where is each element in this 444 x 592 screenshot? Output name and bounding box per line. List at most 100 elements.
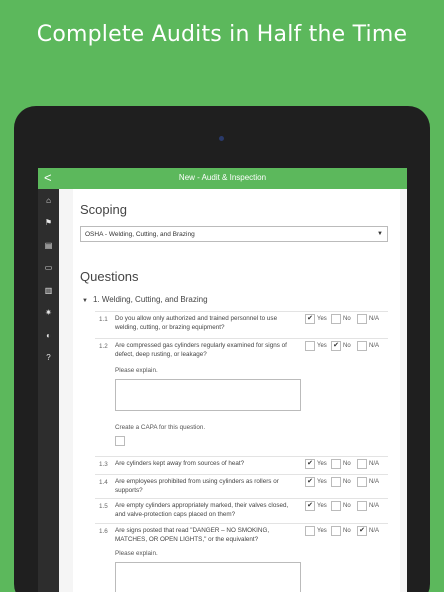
- na-option[interactable]: N/A: [357, 501, 379, 511]
- no-option[interactable]: ✔ No: [331, 341, 351, 351]
- no-checkbox[interactable]: ✔: [331, 341, 341, 351]
- flag-icon[interactable]: ⚑: [38, 212, 59, 235]
- no-label: No: [343, 479, 351, 485]
- gear-icon[interactable]: ✷: [38, 302, 59, 325]
- na-option[interactable]: N/A: [357, 341, 379, 351]
- no-checkbox[interactable]: [331, 477, 341, 487]
- question-row: 1.6 Are signs posted that read "DANGER –…: [95, 523, 388, 592]
- yes-option[interactable]: ✔ Yes: [305, 477, 327, 487]
- help-icon[interactable]: ?: [38, 347, 59, 370]
- question-number: 1.6: [99, 528, 108, 535]
- na-checkbox[interactable]: [357, 477, 367, 487]
- yes-option[interactable]: Yes: [305, 341, 327, 351]
- na-label: N/A: [369, 503, 380, 509]
- no-option[interactable]: No: [331, 501, 351, 511]
- question-text: Are signs posted that read "DANGER – NO …: [115, 527, 270, 543]
- yes-option[interactable]: ✔ Yes: [305, 501, 327, 511]
- yes-checkbox[interactable]: ✔: [305, 477, 315, 487]
- chart-icon[interactable]: ▥: [38, 279, 59, 302]
- na-option[interactable]: ✔ N/A: [357, 526, 379, 536]
- tablet-frame: < New - Audit & Inspection ⌂ ⚑ ▤ ▭ ▥ ✷ ◐…: [14, 106, 430, 592]
- folder-icon[interactable]: ▭: [38, 257, 59, 280]
- no-option[interactable]: No: [331, 477, 351, 487]
- no-option[interactable]: No: [331, 314, 351, 324]
- scoping-heading: Scoping: [80, 202, 127, 217]
- question-row: 1.4 Are employees prohibited from using …: [95, 474, 388, 498]
- yes-checkbox[interactable]: [305, 341, 315, 351]
- toggle-icon[interactable]: ◐: [38, 324, 59, 347]
- no-checkbox[interactable]: [331, 501, 341, 511]
- na-label: N/A: [369, 528, 380, 534]
- question-row: 1.1 Do you allow only authorized and tra…: [95, 311, 388, 338]
- question-row: 1.3 Are cylinders kept away from sources…: [95, 456, 388, 474]
- na-option[interactable]: N/A: [357, 314, 379, 324]
- na-checkbox[interactable]: [357, 314, 367, 324]
- no-label: No: [343, 343, 351, 349]
- no-option[interactable]: No: [331, 526, 351, 536]
- app-screen: < New - Audit & Inspection ⌂ ⚑ ▤ ▭ ▥ ✷ ◐…: [38, 168, 407, 592]
- question-text: Are compressed gas cylinders regularly e…: [115, 342, 287, 358]
- yes-label: Yes: [317, 528, 327, 534]
- app-bar: < New - Audit & Inspection: [38, 168, 407, 189]
- na-checkbox[interactable]: [357, 341, 367, 351]
- yes-label: Yes: [317, 503, 327, 509]
- yes-label: Yes: [317, 479, 327, 485]
- na-option[interactable]: N/A: [357, 459, 379, 469]
- document-icon[interactable]: ▤: [38, 234, 59, 257]
- no-label: No: [343, 503, 351, 509]
- page-title: New - Audit & Inspection: [178, 173, 267, 182]
- yes-label: Yes: [317, 461, 327, 467]
- no-checkbox[interactable]: [331, 459, 341, 469]
- yes-option[interactable]: ✔ Yes: [305, 459, 327, 469]
- yes-label: Yes: [317, 343, 327, 349]
- section-toggle[interactable]: ▼ 1. Welding, Cutting, and Brazing: [82, 295, 208, 304]
- question-text: Are employees prohibited from using cyli…: [115, 478, 279, 494]
- home-icon[interactable]: ⌂: [38, 189, 59, 212]
- no-label: No: [343, 316, 351, 322]
- scoping-select-value: OSHA - Welding, Cutting, and Brazing: [85, 231, 195, 238]
- na-checkbox[interactable]: [357, 501, 367, 511]
- yes-option[interactable]: ✔ Yes: [305, 314, 327, 324]
- no-checkbox[interactable]: [331, 314, 341, 324]
- na-label: N/A: [369, 479, 380, 485]
- yes-checkbox[interactable]: ✔: [305, 501, 315, 511]
- sidebar-nav: ⌂ ⚑ ▤ ▭ ▥ ✷ ◐ ?: [38, 189, 59, 592]
- yes-checkbox[interactable]: ✔: [305, 459, 315, 469]
- yes-option[interactable]: Yes: [305, 526, 327, 536]
- question-text: Are empty cylinders appropriately marked…: [115, 502, 289, 518]
- caret-down-icon: ▼: [82, 298, 88, 304]
- capa-label: Create a CAPA for this question.: [115, 424, 206, 431]
- question-text: Do you allow only authorized and trained…: [115, 315, 278, 331]
- question-number: 1.5: [99, 503, 108, 510]
- question-text: Are cylinders kept away from sources of …: [115, 460, 245, 467]
- main-content: Scoping OSHA - Welding, Cutting, and Bra…: [59, 189, 407, 592]
- questions-heading: Questions: [80, 269, 139, 284]
- explain-label: Please explain.: [115, 367, 158, 374]
- section-title: 1. Welding, Cutting, and Brazing: [92, 295, 208, 304]
- capa-checkbox[interactable]: [115, 436, 125, 446]
- explain-label: Please explain.: [115, 550, 158, 557]
- no-option[interactable]: No: [331, 459, 351, 469]
- scoping-select[interactable]: OSHA - Welding, Cutting, and Brazing ▼: [80, 226, 388, 242]
- explain-textarea[interactable]: [115, 562, 301, 592]
- no-checkbox[interactable]: [331, 526, 341, 536]
- promo-headline: Complete Audits in Half the Time: [36, 22, 408, 47]
- na-label: N/A: [369, 316, 380, 322]
- na-option[interactable]: N/A: [357, 477, 379, 487]
- camera-dot: [219, 136, 224, 141]
- na-label: N/A: [369, 461, 380, 467]
- na-checkbox[interactable]: ✔: [357, 526, 367, 536]
- yes-checkbox[interactable]: ✔: [305, 314, 315, 324]
- question-row: 1.2 Are compressed gas cylinders regular…: [95, 338, 388, 456]
- question-row: 1.5 Are empty cylinders appropriately ma…: [95, 498, 388, 523]
- question-number: 1.4: [99, 479, 108, 486]
- question-number: 1.2: [99, 343, 108, 350]
- explain-textarea[interactable]: [115, 379, 301, 411]
- question-number: 1.3: [99, 461, 108, 468]
- form-panel: Scoping OSHA - Welding, Cutting, and Bra…: [73, 189, 400, 592]
- na-label: N/A: [369, 343, 380, 349]
- question-number: 1.1: [99, 316, 108, 323]
- na-checkbox[interactable]: [357, 459, 367, 469]
- no-label: No: [343, 528, 351, 534]
- yes-checkbox[interactable]: [305, 526, 315, 536]
